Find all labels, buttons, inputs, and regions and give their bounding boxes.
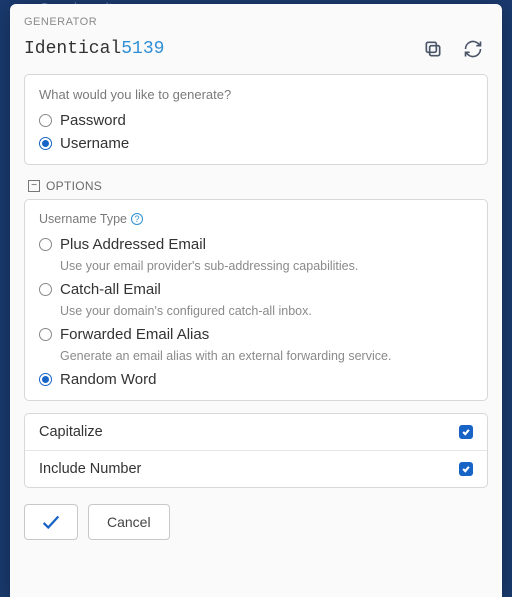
generate-prompt: What would you like to generate? [39, 87, 473, 102]
toggle-capitalize[interactable]: Capitalize [25, 414, 487, 450]
toggle-label: Include Number [39, 461, 141, 477]
checkbox-checked-icon [459, 462, 473, 476]
help-icon[interactable]: ? [131, 213, 143, 225]
radio-label: Catch-all Email [60, 281, 161, 298]
radio-desc: Generate an email alias with an external… [60, 349, 473, 363]
radio-label: Username [60, 135, 129, 152]
cancel-button[interactable]: Cancel [88, 504, 170, 540]
options-header[interactable]: − OPTIONS [28, 179, 488, 193]
radio-icon [39, 137, 52, 150]
radio-desc: Use your domain's configured catch-all i… [60, 304, 473, 318]
collapse-icon: − [28, 180, 40, 192]
ut-forwarded-alias[interactable]: Forwarded Email Alias Generate an email … [39, 326, 473, 363]
toggle-label: Capitalize [39, 424, 103, 440]
username-type-card: Username Type ? Plus Addressed Email Use… [24, 199, 488, 401]
checkbox-checked-icon [459, 425, 473, 439]
radio-label: Forwarded Email Alias [60, 326, 209, 343]
copy-icon[interactable] [422, 38, 444, 60]
ut-catch-all[interactable]: Catch-all Email Use your domain's config… [39, 281, 473, 318]
ut-random-word[interactable]: Random Word [39, 371, 473, 388]
generated-word: Identical [24, 39, 121, 59]
generated-value: Identical5139 [24, 39, 164, 59]
radio-icon [39, 114, 52, 127]
radio-icon [39, 328, 52, 341]
radio-username[interactable]: Username [39, 135, 473, 152]
radio-password[interactable]: Password [39, 112, 473, 129]
radio-label: Password [60, 112, 126, 129]
radio-label: Random Word [60, 371, 156, 388]
radio-icon [39, 373, 52, 386]
toggle-card: Capitalize Include Number [24, 413, 488, 488]
generated-number: 5139 [121, 39, 164, 59]
generated-actions [422, 38, 488, 60]
radio-icon [39, 283, 52, 296]
radio-label: Plus Addressed Email [60, 236, 206, 253]
radio-desc: Use your email provider's sub-addressing… [60, 259, 473, 273]
footer-actions: Cancel [24, 504, 488, 540]
ut-plus-addressed[interactable]: Plus Addressed Email Use your email prov… [39, 236, 473, 273]
generate-type-card: What would you like to generate? Passwor… [24, 74, 488, 165]
options-title: OPTIONS [46, 179, 102, 193]
confirm-button[interactable] [24, 504, 78, 540]
toggle-include-number[interactable]: Include Number [25, 450, 487, 487]
modal-title: GENERATOR [24, 16, 488, 28]
regenerate-icon[interactable] [462, 38, 484, 60]
radio-icon [39, 238, 52, 251]
username-type-header: Username Type ? [39, 212, 473, 226]
username-type-label: Username Type [39, 212, 127, 226]
generator-modal: GENERATOR Identical5139 What would you l… [10, 4, 502, 597]
generated-row: Identical5139 [24, 38, 488, 60]
